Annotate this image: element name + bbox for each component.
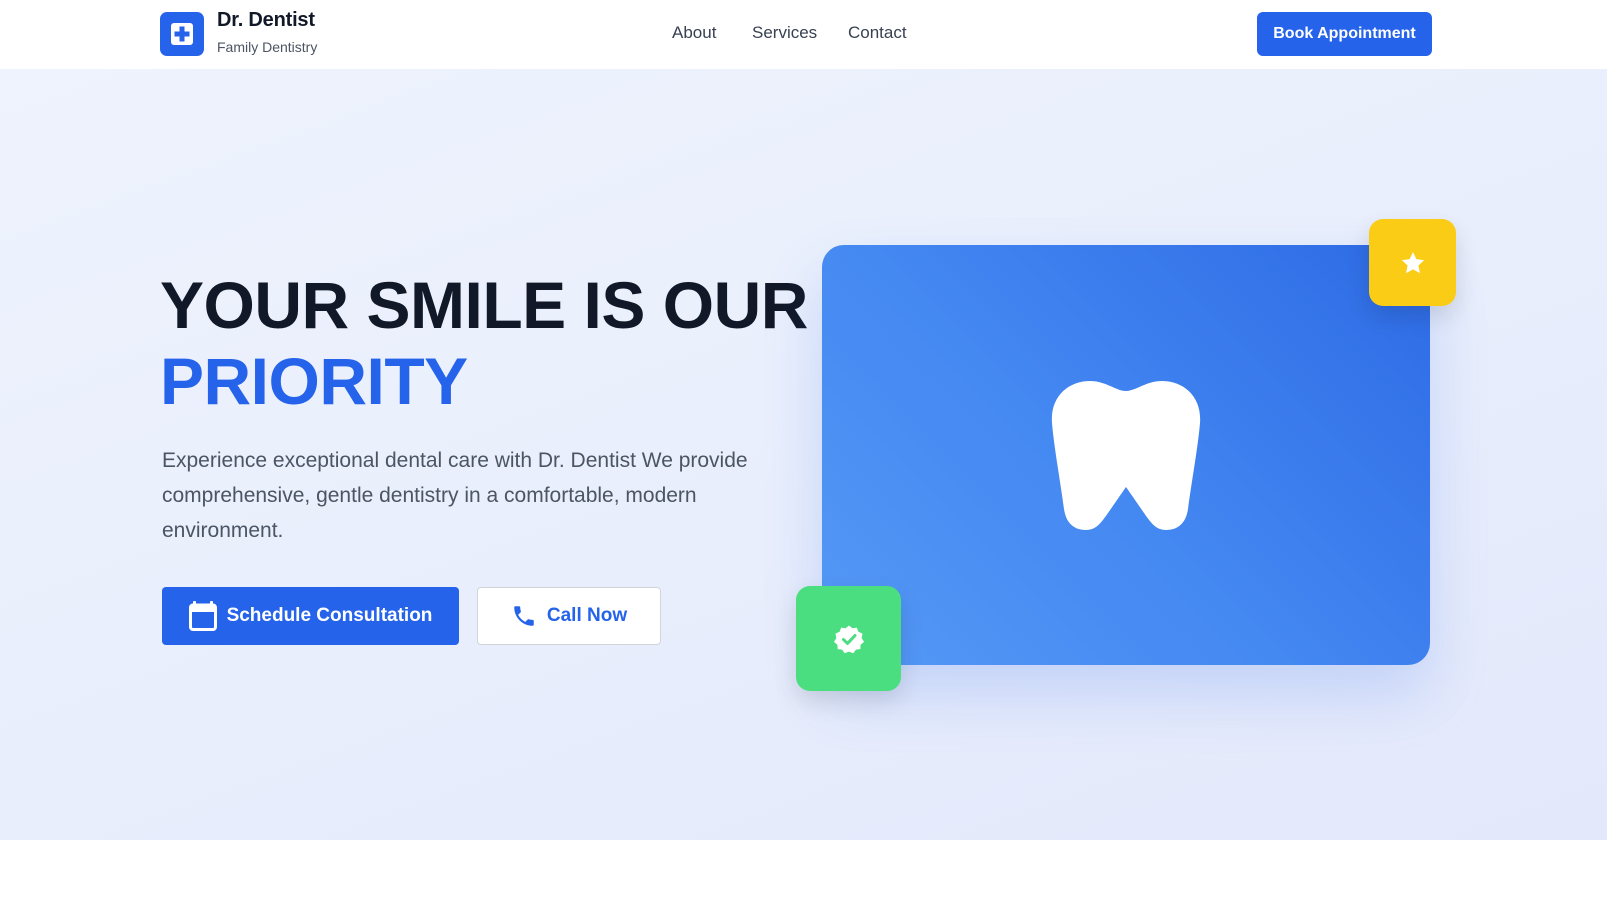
logo[interactable] [160, 12, 204, 56]
verified-badge [796, 586, 901, 691]
tooth-icon [1051, 381, 1201, 530]
nav-link-contact[interactable]: Contact [848, 23, 907, 43]
brand-tagline: Family Dentistry [217, 39, 318, 55]
call-now-label: Call Now [546, 605, 628, 626]
schedule-consultation-button[interactable]: Schedule Consultation [162, 587, 459, 645]
medical-cross-icon [171, 23, 193, 45]
illustration-card [822, 245, 1430, 665]
site-header: Dr. Dentist Family Dentistry About Servi… [0, 0, 1607, 69]
hero-description: Experience exceptional dental care with … [162, 449, 748, 542]
book-appointment-button[interactable]: Book Appointment [1257, 12, 1432, 56]
calendar-icon [188, 601, 217, 631]
nav-link-services[interactable]: Services [752, 23, 817, 43]
call-now-button[interactable]: Call Now [477, 587, 661, 645]
phone-icon [514, 606, 534, 626]
nav-link-about[interactable]: About [672, 23, 716, 43]
rating-badge [1369, 219, 1456, 306]
brand-name[interactable]: Dr. Dentist [217, 9, 315, 32]
hero-headline: YOUR SMILE IS OUR PRIORITY [160, 267, 808, 419]
headline-accent: PRIORITY [160, 344, 468, 418]
schedule-consultation-label: Schedule Consultation [226, 605, 433, 626]
hero-section: YOUR SMILE IS OUR PRIORITY Experience ex… [0, 69, 1607, 840]
star-icon [1401, 251, 1424, 273]
verified-check-icon [833, 625, 864, 653]
headline-line-1: YOUR SMILE IS OUR [160, 268, 808, 342]
